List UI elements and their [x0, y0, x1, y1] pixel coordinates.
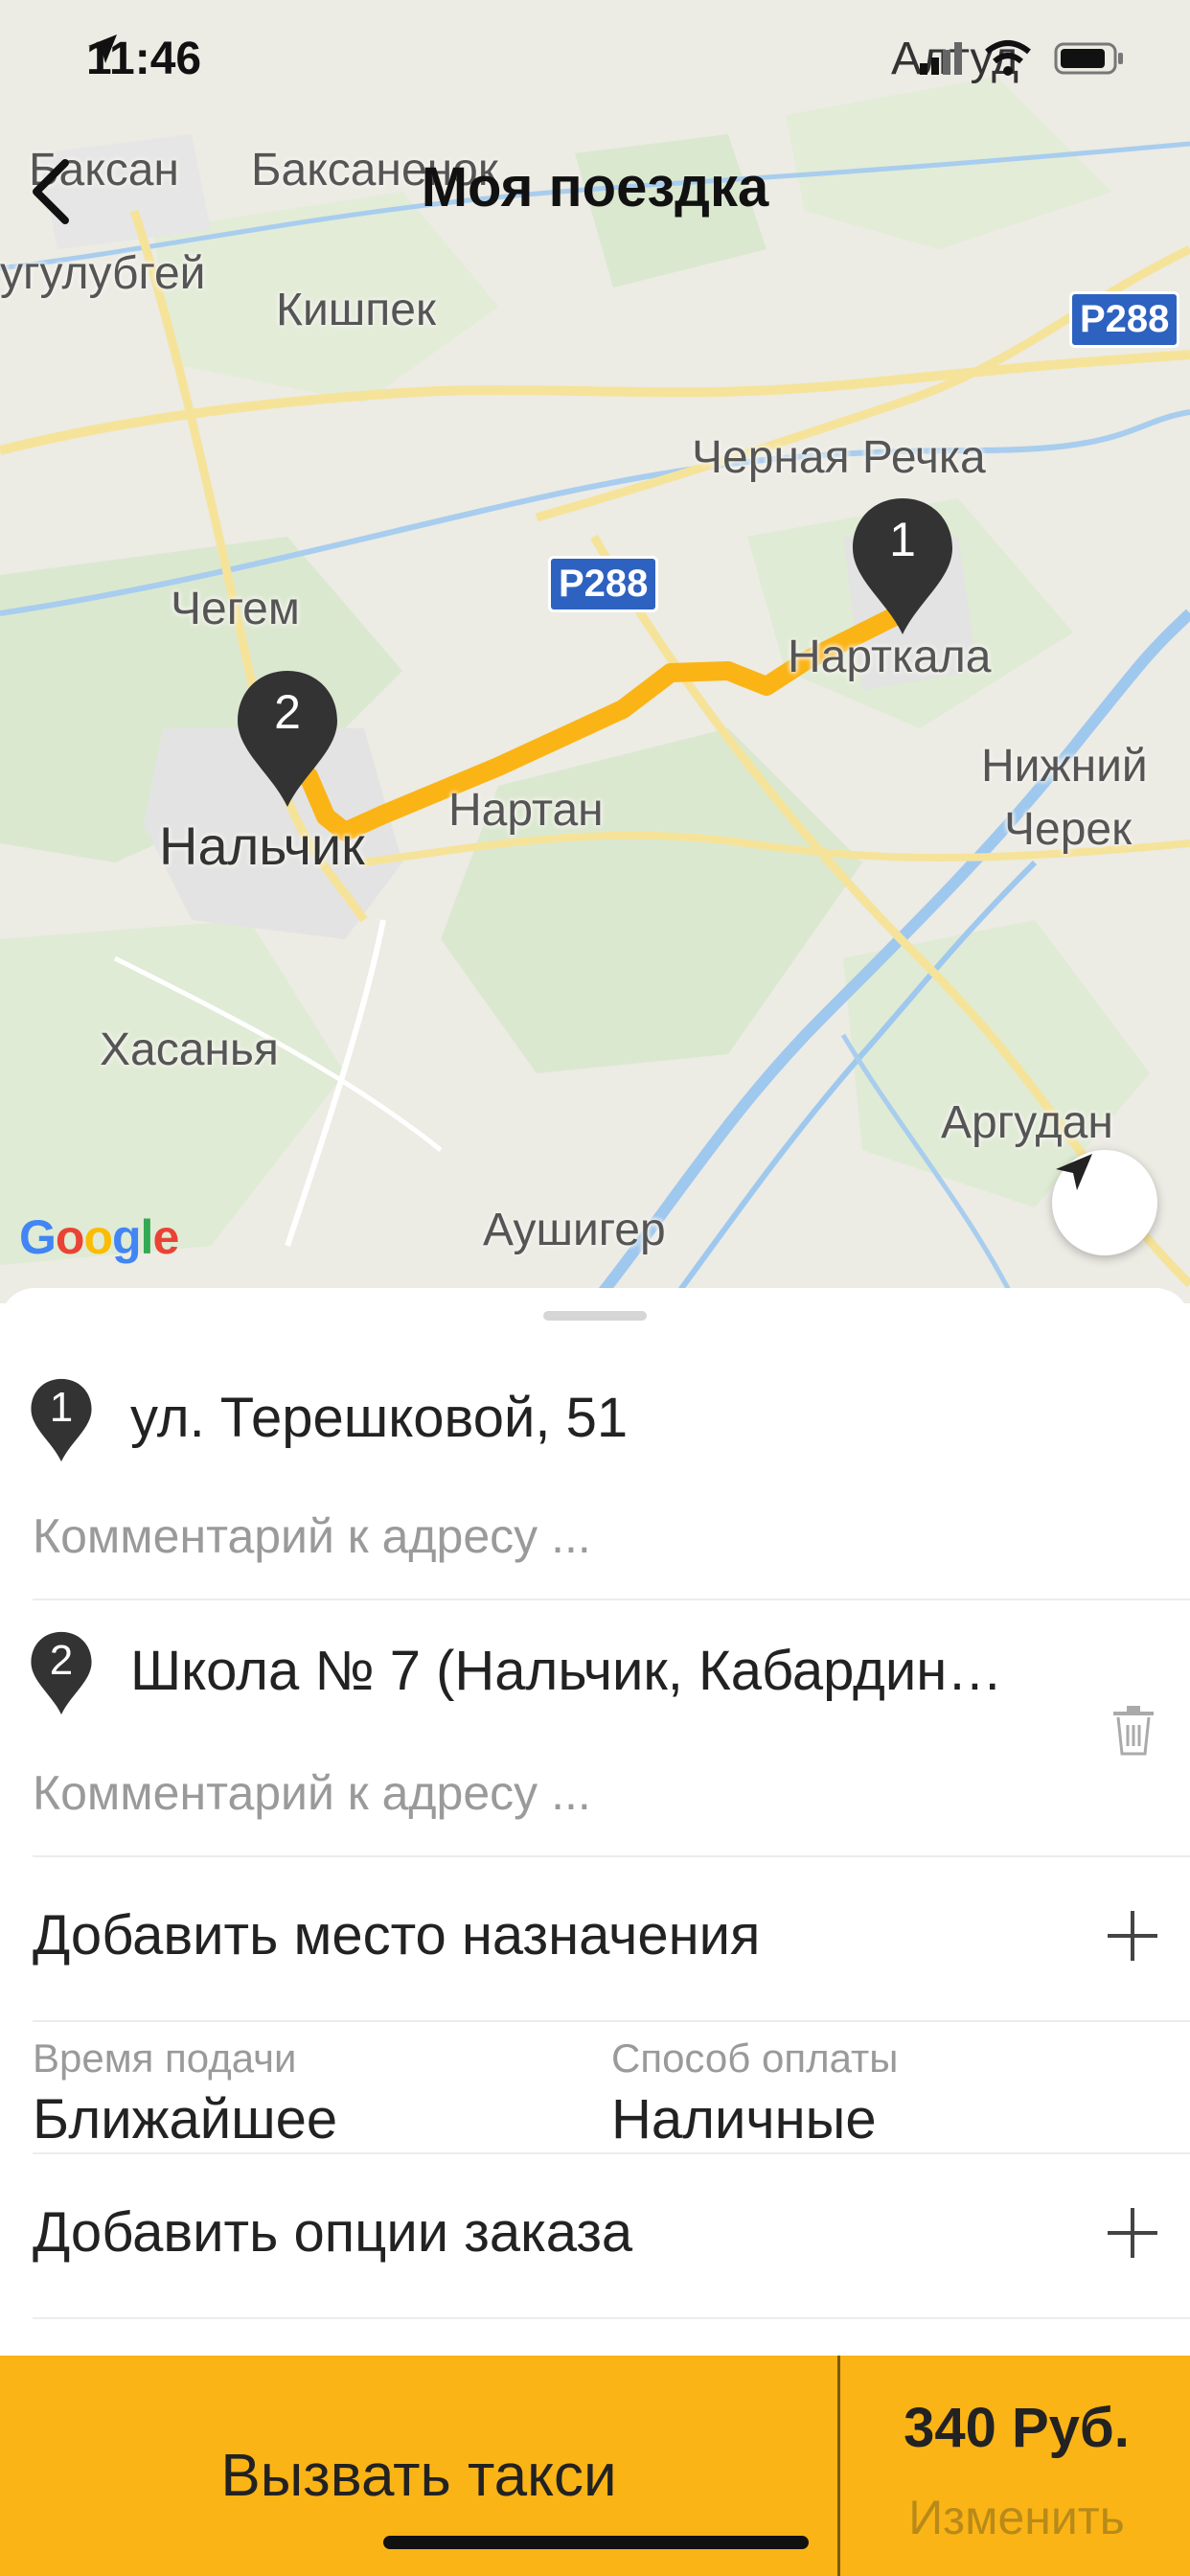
pickup-time-label: Время подачи	[33, 2036, 297, 2081]
plus-icon[interactable]	[1108, 2208, 1157, 2258]
stop-pin-icon: 1	[29, 1376, 94, 1464]
payment-method-label: Способ оплаты	[611, 2036, 899, 2081]
location-arrow-icon	[1056, 1154, 1092, 1190]
divider	[33, 1855, 1190, 1857]
map-label-khasanya: Хасанья	[100, 1024, 279, 1075]
map-label-nizhniy: Нижний	[981, 741, 1148, 792]
road-shield-r288: Р288	[1069, 291, 1180, 348]
map-pin-start[interactable]: 1	[849, 494, 956, 638]
pickup-time-value[interactable]: Ближайшее	[33, 2087, 337, 2151]
map-label-nartkala: Нарткала	[788, 632, 992, 682]
wifi-icon	[985, 40, 1031, 76]
my-location-button[interactable]	[1052, 1150, 1157, 1255]
map-view[interactable]: Баксан Баксаненок угулубгей Кишпек Черна…	[0, 0, 1190, 1303]
change-price-button[interactable]: Изменить	[840, 2490, 1190, 2545]
price-value: 340 Руб.	[904, 2397, 1130, 2459]
trash-icon	[1113, 1706, 1154, 1756]
home-indicator	[383, 2536, 809, 2549]
divider	[33, 2152, 1190, 2154]
map-label-argudan: Аргудан	[941, 1097, 1113, 1148]
pickup-comment-input[interactable]: Комментарий к адресу ...	[33, 1508, 591, 1564]
pin-number: 1	[889, 513, 916, 566]
divider	[33, 1598, 1190, 1600]
plus-icon[interactable]	[1108, 1911, 1157, 1961]
signal-icon	[920, 42, 962, 75]
battery-icon	[1054, 42, 1123, 75]
add-destination-button[interactable]: Добавить место назначения	[33, 1903, 760, 1967]
map-label-chegem: Чегем	[171, 584, 300, 634]
call-taxi-label: Вызвать такси	[220, 2442, 617, 2509]
divider	[33, 2317, 1190, 2319]
map-label-chernaya-rechka: Черная Речка	[692, 432, 986, 483]
destination-comment-input[interactable]: Комментарий к адресу ...	[33, 1765, 591, 1821]
page-title: Моя поездка	[421, 156, 769, 218]
map-pin-destination[interactable]: 2	[234, 667, 341, 811]
location-services-icon	[88, 34, 117, 63]
map-label-kishpek: Кишпек	[276, 285, 436, 335]
map-label-nartan: Нартан	[448, 785, 604, 836]
map-label-nalchik: Нальчик	[159, 816, 365, 876]
sheet-drag-handle[interactable]	[543, 1311, 647, 1321]
map-label-kyzburun: угулубгей	[0, 248, 206, 299]
pickup-address[interactable]: ул. Терешковой, 51	[130, 1386, 1050, 1450]
add-order-options-button[interactable]: Добавить опции заказа	[33, 2200, 632, 2265]
divider	[33, 2020, 1190, 2022]
delete-stop-button[interactable]	[1111, 1704, 1156, 1758]
price-panel[interactable]: 340 Руб. Изменить	[837, 2356, 1190, 2576]
stop-pin-icon: 2	[29, 1629, 94, 1717]
destination-address[interactable]: Школа № 7 (Нальчик, Кабардин…	[130, 1639, 1041, 1703]
google-logo: Google	[19, 1210, 179, 1264]
payment-method-value[interactable]: Наличные	[611, 2087, 877, 2151]
map-label-aushiger: Аушигер	[483, 1205, 666, 1255]
pin-number: 2	[274, 685, 301, 739]
road-shield-r288: Р288	[548, 556, 659, 612]
map-label-cherek: Черек	[1004, 804, 1133, 855]
status-time: 11:46	[86, 34, 202, 84]
